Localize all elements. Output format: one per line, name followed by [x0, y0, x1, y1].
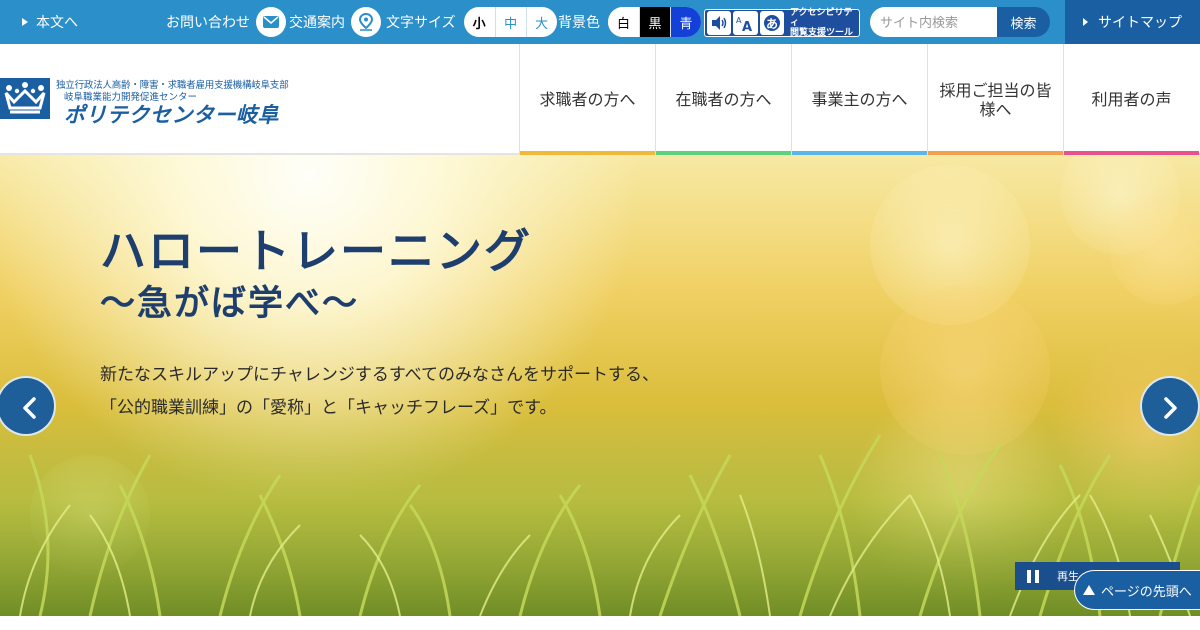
- bg-white-button[interactable]: 白: [608, 7, 639, 37]
- site-header: 独立行政法人高齢・障害・求職者雇用支援機構岐阜支部 岐阜職業能力開発促進センター…: [0, 44, 1200, 155]
- page-top-button[interactable]: ページの先頭へ: [1074, 570, 1200, 610]
- a11y-label-line2: 閲覧支援ツール: [789, 28, 853, 38]
- bg-color-switcher: 背景色 白 黒 青: [558, 0, 701, 44]
- mail-icon: [256, 7, 286, 37]
- hero-slider: ハロートレーニング ～急がば学べ～ 新たなスキルアップにチャレンジするすべてのみ…: [0, 155, 1200, 616]
- crown-logo-icon: [0, 78, 50, 119]
- accessibility-tool-button[interactable]: AA あ アクセシビリティ 閲覧支援ツール: [704, 8, 860, 38]
- nav-label: 在職者の方へ: [675, 90, 772, 109]
- nav-employees[interactable]: 在職者の方へ: [655, 44, 791, 155]
- sitemap-link[interactable]: サイトマップ: [1065, 0, 1200, 44]
- text-resize-icon: AA: [733, 11, 758, 35]
- nav-label: 求職者の方へ: [539, 90, 636, 109]
- contact-label: お問い合わせ: [166, 15, 250, 31]
- hero-description-line: 「公的職業訓練」の「愛称」と「キャッチフレーズ」です。: [100, 398, 557, 418]
- top-utility-bar: 本文へ お問い合わせ 交通案内 文字サイズ 小 中 大 背景色 白 黒 青 A …: [0, 0, 1200, 44]
- nav-recruiters[interactable]: 採用ご担当の皆様へ: [927, 44, 1063, 155]
- play-triangle-icon: [1083, 18, 1088, 26]
- font-size-switcher: 文字サイズ 小 中 大: [386, 0, 557, 44]
- font-size-medium-button[interactable]: 中: [494, 7, 526, 37]
- font-size-options: 小 中 大: [463, 7, 557, 37]
- svg-text:A: A: [742, 20, 752, 32]
- font-size-label: 文字サイズ: [386, 15, 456, 31]
- site-search-input[interactable]: [870, 7, 998, 37]
- bg-color-label: 背景色: [558, 15, 600, 31]
- a11y-label-line1: アクセシビリティ: [789, 8, 853, 28]
- accessibility-tool-label: アクセシビリティ 閲覧支援ツール: [790, 8, 859, 38]
- svg-text:あ: あ: [766, 17, 778, 31]
- contact-link[interactable]: お問い合わせ: [166, 0, 286, 44]
- font-size-small-button[interactable]: 小: [464, 7, 495, 37]
- page-bottom-strip: [0, 616, 1200, 630]
- main-nav: 求職者の方へ 在職者の方へ 事業主の方へ 採用ご担当の皆様へ 利用者の声: [519, 44, 1199, 155]
- nav-job-seekers[interactable]: 求職者の方へ: [519, 44, 655, 155]
- nav-employers[interactable]: 事業主の方へ: [791, 44, 927, 155]
- bg-color-options: 白 黒 青: [608, 7, 701, 37]
- pause-icon: [1035, 569, 1039, 583]
- search-button[interactable]: 検索: [997, 7, 1050, 37]
- nav-label: 事業主の方へ: [811, 90, 908, 109]
- hero-subtitle: ～急がば学べ～: [100, 284, 360, 324]
- chevron-right-icon: [1164, 397, 1177, 419]
- hero-title: ハロートレーニング: [100, 224, 532, 278]
- speaker-icon: [707, 11, 732, 35]
- pause-icon: [1027, 569, 1031, 583]
- bg-black-button[interactable]: 黒: [639, 7, 670, 37]
- font-size-large-button[interactable]: 大: [525, 7, 557, 37]
- bg-blue-button[interactable]: 青: [670, 7, 701, 37]
- map-pin-icon: [351, 7, 381, 37]
- nav-label: 利用者の声: [1091, 90, 1172, 109]
- play-triangle-icon: [22, 18, 28, 26]
- chevron-left-icon: [23, 397, 36, 419]
- slider-next-button[interactable]: [1140, 376, 1200, 436]
- hero-description: 新たなスキルアップにチャレンジするすべてのみなさんをサポートする、 「公的職業訓…: [100, 359, 659, 425]
- page-top-label: ページの先頭へ: [1101, 584, 1192, 600]
- hiragana-icon: あ: [759, 11, 784, 35]
- hero-description-line: 新たなスキルアップにチャレンジするすべてのみなさんをサポートする、: [100, 365, 659, 385]
- sitemap-label: サイトマップ: [1098, 15, 1182, 31]
- skip-to-content-link[interactable]: 本文へ: [22, 12, 78, 32]
- access-label: 交通案内: [289, 15, 345, 31]
- logo-main-text: ポリテクセンター岐阜: [64, 103, 279, 127]
- arrow-up-icon: [1083, 585, 1095, 595]
- nav-user-voices[interactable]: 利用者の声: [1063, 44, 1199, 155]
- access-link[interactable]: 交通案内: [289, 0, 381, 44]
- nav-label: 採用ご担当の皆様へ: [939, 80, 1052, 119]
- skip-link-label: 本文へ: [36, 15, 78, 31]
